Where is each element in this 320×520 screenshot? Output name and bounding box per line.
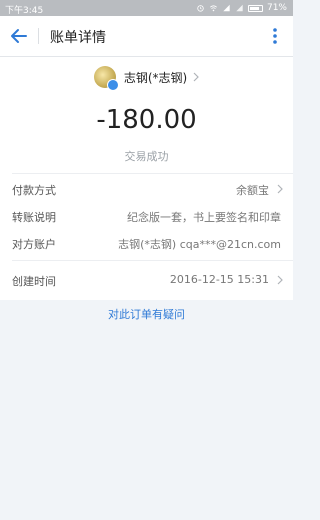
detail-label: 转账说明	[12, 211, 56, 224]
back-arrow-icon[interactable]	[6, 23, 32, 49]
app-bar: 账单详情	[0, 16, 293, 57]
detail-value: 余额宝	[236, 184, 269, 197]
detail-row-payment-method[interactable]: 付款方式 余额宝	[0, 176, 293, 202]
detail-label: 付款方式	[12, 184, 56, 197]
verified-badge-icon	[106, 79, 119, 91]
chevron-right-icon	[277, 275, 283, 285]
transaction-status: 交易成功	[124, 150, 169, 163]
detail-row-transfer-note: 转账说明 纪念版一套，书上要签名和印章	[0, 203, 293, 229]
chevron-right-icon	[193, 72, 200, 82]
detail-label: 对方账户	[12, 238, 56, 251]
merchant-name: 志钢(*志钢)	[123, 70, 188, 85]
battery-percent: 71%	[266, 3, 287, 13]
bill-detail-card: 志钢(*志钢) -180.00 交易成功 付款方式 余额宝 转账说明 纪念版一套…	[0, 57, 293, 300]
section-divider	[12, 173, 293, 174]
appbar-divider	[38, 28, 39, 44]
merchant-header[interactable]: 志钢(*志钢)	[0, 65, 293, 91]
detail-label: 创建时间	[12, 275, 56, 288]
status-icons: 71%	[196, 3, 287, 13]
battery-icon	[247, 4, 263, 12]
section-divider	[12, 260, 293, 261]
detail-value: 纪念版一套，书上要签名和印章	[127, 211, 281, 224]
detail-value: 志钢(*志钢) cqa***@21cn.com	[118, 238, 281, 251]
signal-icon-2	[236, 4, 243, 12]
alarm-icon	[197, 5, 204, 12]
detail-value: 2016-12-15 15:31	[169, 273, 269, 286]
status-time: 下午3:45	[5, 6, 44, 16]
status-bar: 下午3:45 71%	[0, 0, 293, 16]
wifi-icon	[210, 5, 217, 12]
avatar	[93, 66, 119, 91]
signal-icon	[223, 4, 230, 12]
more-options-icon[interactable]	[265, 24, 285, 48]
transaction-amount: -180.00	[96, 105, 197, 135]
detail-row-created-time[interactable]: 创建时间 2016-12-15 15:31	[0, 267, 293, 293]
chevron-right-icon	[277, 184, 283, 194]
page-title: 账单详情	[50, 30, 106, 46]
order-doubt-link[interactable]: 对此订单有疑问	[0, 306, 293, 322]
detail-row-counterparty: 对方账户 志钢(*志钢) cqa***@21cn.com	[0, 230, 293, 256]
